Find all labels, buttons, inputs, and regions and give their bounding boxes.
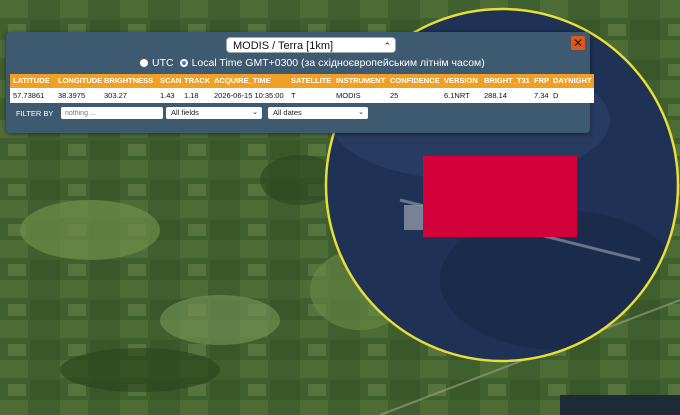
cell-longitude: 38.3975	[58, 91, 86, 100]
col-scan: SCAN	[160, 76, 182, 85]
dates-select-value: All dates	[273, 108, 302, 117]
fields-select-value: All fields	[171, 108, 199, 117]
fields-select[interactable]: All fields ⌄	[166, 107, 262, 119]
fire-highlight-box	[423, 156, 577, 237]
filter-input[interactable]	[61, 107, 163, 119]
cell-daynight: D	[553, 91, 559, 100]
col-bright-t31: BRIGHT_T31	[484, 76, 530, 85]
cell-frp: 7.34	[534, 91, 549, 100]
utc-label: UTC	[152, 57, 174, 69]
fire-info-popup: MODIS / Terra [1km] ⌃ ✕ UTC Local Time G…	[6, 32, 594, 133]
cell-confidence: 25	[390, 91, 399, 100]
data-source-value: MODIS / Terra [1km]	[233, 40, 334, 52]
close-icon[interactable]: ✕	[571, 36, 585, 50]
data-source-select[interactable]: MODIS / Terra [1km] ⌃	[226, 37, 396, 53]
chevron-down-icon: ⌄	[252, 109, 258, 116]
chevron-down-icon: ⌃	[383, 41, 391, 51]
filter-label: FILTER BY	[16, 109, 54, 118]
col-longitude: LONGITUDE	[58, 76, 103, 85]
col-acquire-time: ACQUIRE_TIME	[214, 76, 271, 85]
col-latitude: LATITUDE	[13, 76, 50, 85]
cell-bright-t31: 288.14	[484, 91, 507, 100]
local-time-label: Local Time GMT+0300 (за східноєвропейськ…	[191, 57, 485, 69]
col-instrument: INSTRUMENT	[336, 76, 386, 85]
local-time-radio[interactable]	[179, 59, 188, 67]
cell-latitude: 57.73861	[13, 91, 45, 100]
col-track: TRACK	[184, 76, 211, 85]
utc-radio[interactable]	[140, 59, 148, 67]
timezone-toggle: UTC Local Time GMT+0300 (за східноєвропе…	[140, 57, 485, 69]
col-frp: FRP	[534, 76, 549, 85]
cell-acquire-time: 2026-06-15 10:35:00	[214, 91, 284, 100]
dates-select[interactable]: All dates ⌄	[268, 107, 368, 119]
cell-scan: 1.43	[160, 91, 175, 100]
cell-version: 6.1NRT	[444, 91, 470, 100]
col-version: VERSION	[444, 76, 478, 85]
col-daynight: DAYNIGHT	[553, 76, 592, 85]
col-brightness: BRIGHTNESS	[104, 76, 154, 85]
cell-track: 1.18	[184, 91, 199, 100]
cell-satellite: T	[291, 91, 296, 100]
chevron-down-icon: ⌄	[358, 109, 364, 116]
col-satellite: SATELLITE	[291, 76, 332, 85]
cell-instrument: MODIS	[336, 91, 361, 100]
table-row[interactable]: 57.73861 38.3975 303.27 1.43 1.18 2026-0…	[10, 88, 594, 103]
col-confidence: CONFIDENCE	[390, 76, 440, 85]
table-header: LATITUDE LONGITUDE BRIGHTNESS SCAN TRACK…	[10, 74, 594, 88]
cell-brightness: 303.27	[104, 91, 127, 100]
